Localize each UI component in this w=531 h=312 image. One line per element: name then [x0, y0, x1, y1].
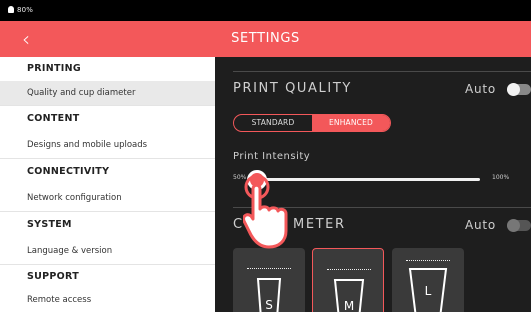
cup-size-letter: M — [343, 299, 355, 312]
print-intensity-label: Print Intensity — [233, 151, 311, 162]
print-quality-label: PRINT QUALITY — [233, 81, 352, 96]
cup-rim-guide — [247, 268, 291, 269]
cup-rim-guide — [406, 260, 450, 261]
sidebar-item-designs-and-mobile-uploads[interactable]: Designs and mobile uploads — [0, 132, 215, 158]
cup-size-small[interactable]: S — [233, 248, 305, 312]
sidebar-item-language-and-version[interactable]: Language & version — [0, 238, 215, 264]
print-quality-auto-toggle[interactable] — [507, 83, 531, 96]
toggle-knob — [507, 83, 520, 96]
option-standard[interactable]: STANDARD — [234, 115, 312, 131]
sidebar-heading-content: CONTENT — [27, 113, 80, 124]
cup-diameter-auto-label: Auto — [465, 218, 497, 232]
title-bar: ‹ SETTINGS — [0, 21, 531, 57]
option-enhanced[interactable]: ENHANCED — [312, 115, 390, 131]
print-quality-selector: STANDARD ENHANCED — [233, 114, 391, 132]
battery-icon — [8, 6, 14, 13]
slider-max-label: 100% — [492, 174, 510, 181]
settings-panel: PRINT QUALITY Auto STANDARD ENHANCED Pri… — [215, 57, 531, 312]
cup-size-medium[interactable]: M — [312, 248, 384, 312]
cup-size-letter: S — [265, 298, 273, 312]
battery-level: 80% — [17, 6, 34, 14]
sidebar-heading-printing: PRINTING — [27, 63, 81, 74]
cup-size-large[interactable]: L — [392, 248, 464, 312]
cup-diameter-auto-toggle[interactable] — [507, 219, 531, 232]
sidebar-item-network-configuration[interactable]: Network configuration — [0, 185, 215, 211]
print-quality-auto-label: Auto — [465, 82, 497, 96]
divider — [233, 71, 531, 72]
status-bar: 80% — [0, 0, 531, 21]
toggle-knob — [507, 219, 520, 232]
sidebar-heading-connectivity: CONNECTIVITY — [27, 166, 110, 177]
page-title: SETTINGS — [231, 31, 300, 46]
sidebar-heading-system: SYSTEM — [27, 219, 72, 230]
sidebar-item-remote-access[interactable]: Remote access — [0, 289, 215, 312]
sidebar-item-quality-and-cup-diameter[interactable]: Quality and cup diameter — [0, 81, 215, 105]
sidebar: PRINTING Quality and cup diameter CONTEN… — [0, 57, 215, 312]
cup-rim-guide — [327, 269, 371, 270]
cup-diameter-label-end: METER — [293, 217, 346, 232]
sidebar-heading-support: SUPPORT — [27, 271, 80, 282]
tap-hand-icon — [243, 175, 288, 249]
cup-size-letter: L — [424, 284, 432, 298]
